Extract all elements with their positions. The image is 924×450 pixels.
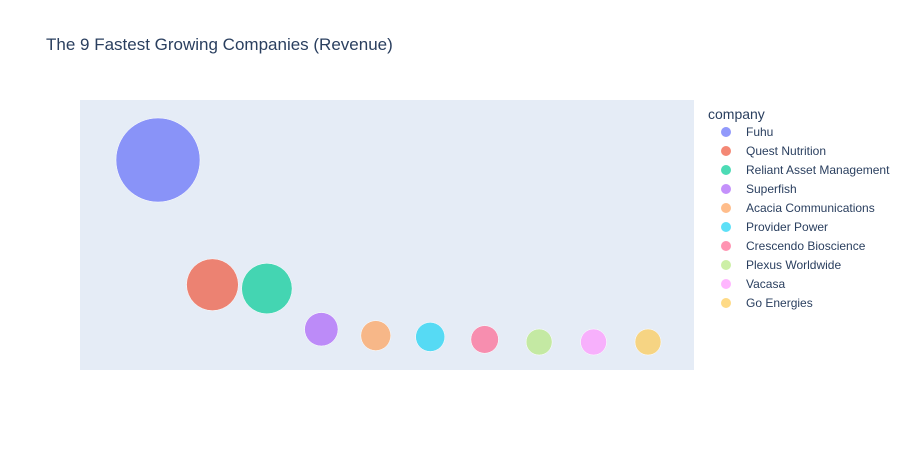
legend-label: Acacia Communications xyxy=(746,201,875,215)
legend-marker xyxy=(721,222,731,232)
legend-marker xyxy=(721,298,731,308)
legend-marker xyxy=(721,260,731,270)
bubble-reliant-asset-management[interactable] xyxy=(241,263,293,315)
legend-marker xyxy=(721,127,731,137)
legend-marker xyxy=(721,241,731,251)
legend-item-reliant-asset-management[interactable]: Reliant Asset Management xyxy=(721,163,890,177)
legend-label: Crescendo Bioscience xyxy=(746,239,866,253)
bubble-crescendo-bioscience[interactable] xyxy=(470,325,499,354)
legend-item-provider-power[interactable]: Provider Power xyxy=(721,220,828,234)
legend-marker xyxy=(721,203,731,213)
bubble-acacia-communications[interactable] xyxy=(360,320,391,351)
bubble-quest-nutrition[interactable] xyxy=(186,258,239,311)
legend: company Fuhu Quest Nutrition Reliant Asset… xyxy=(708,106,890,310)
legend-marker xyxy=(721,165,731,175)
legend-title: company xyxy=(708,106,765,122)
legend-item-go-energies[interactable]: Go Energies xyxy=(721,296,813,310)
bubble-superfish[interactable] xyxy=(304,312,339,347)
legend-item-acacia-communications[interactable]: Acacia Communications xyxy=(721,201,875,215)
legend-label: Fuhu xyxy=(746,125,773,139)
legend-item-vacasa[interactable]: Vacasa xyxy=(721,277,785,291)
chart-title: The 9 Fastest Growing Companies (Revenue… xyxy=(46,35,393,54)
legend-item-crescendo-bioscience[interactable]: Crescendo Bioscience xyxy=(721,239,866,253)
bubble-go-energies[interactable] xyxy=(634,328,662,356)
legend-item-quest-nutrition[interactable]: Quest Nutrition xyxy=(721,144,826,158)
legend-label: Reliant Asset Management xyxy=(746,163,890,177)
legend-label: Plexus Worldwide xyxy=(746,258,841,272)
legend-marker xyxy=(721,146,731,156)
bubble-vacasa[interactable] xyxy=(580,328,607,356)
legend-label: Quest Nutrition xyxy=(746,144,826,158)
bubble-fuhu[interactable] xyxy=(115,117,201,203)
bubble-plexus-worldwide[interactable] xyxy=(525,328,553,356)
legend-marker xyxy=(721,279,731,289)
legend-label: Vacasa xyxy=(746,277,785,291)
legend-marker xyxy=(721,184,731,194)
legend-item-superfish[interactable]: Superfish xyxy=(721,182,797,196)
legend-item-fuhu[interactable]: Fuhu xyxy=(721,125,773,139)
legend-label: Go Energies xyxy=(746,296,813,310)
legend-label: Provider Power xyxy=(746,220,828,234)
legend-label: Superfish xyxy=(746,182,797,196)
bubble-provider-power[interactable] xyxy=(415,322,446,352)
bubble-chart: The 9 Fastest Growing Companies (Revenue… xyxy=(46,35,890,370)
legend-item-plexus-worldwide[interactable]: Plexus Worldwide xyxy=(721,258,841,272)
